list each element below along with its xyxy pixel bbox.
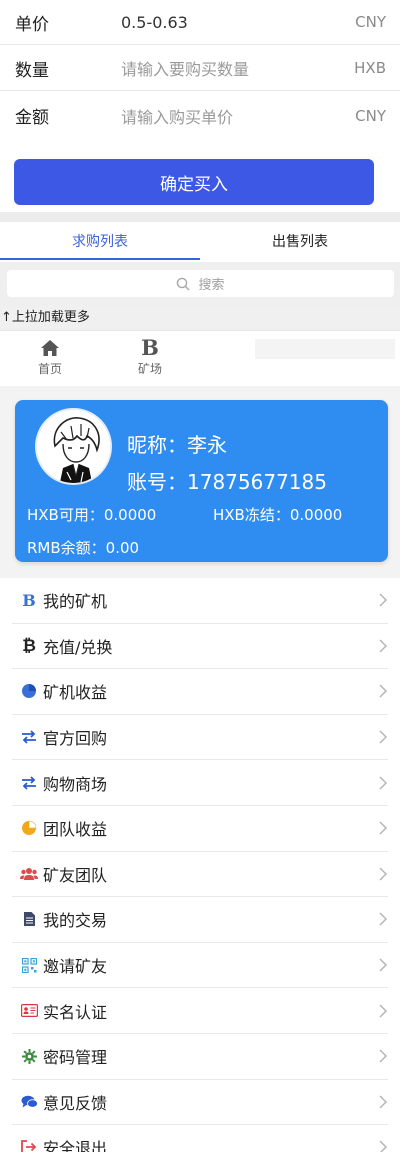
menu-label: 实名认证 [43,1002,108,1022]
nickname: 昵称：李永 [127,433,227,457]
chevron-right-icon [379,639,388,653]
id-card-icon [19,1001,39,1021]
nav-mine-label: 矿场 [137,362,162,376]
profile-card: 昵称：李永 账号：17875677185 HXB可用：0.0000 HXB冻结：… [15,400,388,562]
menu-item-shopping-mall[interactable]: 购物商场 [0,760,400,806]
hxb-available: HXB可用：0.0000 [27,506,157,524]
menu-item-recharge[interactable]: ₿ 充值/兑换 [0,623,400,670]
chevron-right-icon [379,1049,388,1063]
chevron-right-icon [379,1140,388,1152]
price-unit: CNY [355,13,386,31]
bee-icon: B [141,335,159,360]
menu-label: 意见反馈 [43,1093,108,1113]
amount-label: 金额 [15,108,49,128]
chat-icon [19,1092,39,1112]
menu-label: 购物商场 [43,774,108,794]
menu-item-miner-team[interactable]: 矿友团队 [0,851,400,898]
search-input[interactable]: 搜索 [7,270,394,297]
price-row: 单价 0.5-0.63 CNY [0,0,400,45]
users-icon [19,864,39,884]
menu-item-official-buyback[interactable]: 官方回购 [0,714,400,761]
hxb-frozen: HXB冻结：0.0000 [213,506,343,524]
bitcoin-icon: ₿ [22,635,36,656]
nav-item-mine[interactable]: B 矿场 [125,337,175,377]
avatar[interactable] [35,408,112,485]
pie-chart-icon [19,818,39,838]
search-placeholder: 搜索 [198,278,225,293]
menu-item-invite-friends[interactable]: 邀请矿友 [0,942,400,989]
quantity-row[interactable]: 数量 请输入要购买数量 HXB [0,46,400,91]
logout-icon [19,1137,39,1152]
menu-label: 邀请矿友 [43,957,108,977]
menu-item-feedback[interactable]: 意见反馈 [0,1079,400,1126]
chevron-right-icon [379,1095,388,1109]
chevron-right-icon [379,776,388,790]
document-icon [19,909,39,929]
menu-label: 我的矿机 [43,592,108,612]
nav-home-label: 首页 [37,362,62,376]
chevron-right-icon [379,593,388,607]
chevron-right-icon [379,958,388,972]
price-value: 0.5-0.63 [121,12,188,32]
chevron-right-icon [379,1004,388,1018]
pull-to-load-more[interactable]: ↑上拉加载更多 [0,306,400,330]
order-tabs: 求购列表 出售列表 [0,222,400,260]
bottom-nav: 首页 B 矿场 [0,330,400,386]
menu-item-real-name-verification[interactable]: 实名认证 [0,988,400,1034]
menu-label: 我的交易 [43,911,108,931]
menu-label: 安全退出 [43,1139,108,1152]
menu-label: 矿友团队 [43,865,108,885]
menu-label: 团队收益 [43,820,108,840]
chevron-right-icon [379,912,388,926]
home-icon [41,340,59,356]
account-number: 账号：17875677185 [127,470,327,494]
pie-chart-icon [19,681,39,701]
chevron-right-icon [379,684,388,699]
tab-buy-orders[interactable]: 求购列表 [0,222,200,260]
chevron-right-icon [379,867,388,881]
menu-item-my-miners[interactable]: B 我的矿机 [0,578,400,624]
exchange-icon [19,773,39,793]
nav-item-home[interactable]: 首页 [25,337,75,377]
qrcode-icon [19,955,39,975]
menu-item-password-management[interactable]: 密码管理 [0,1033,400,1080]
confirm-buy-button[interactable]: 确定买入 [14,159,374,205]
account-menu: B 我的矿机 ₿ 充值/兑换 矿机收益 官方回购 购物商场 团队收益 矿友团队 … [0,578,400,1152]
rmb-balance: RMB余额：0.00 [27,539,140,557]
menu-label: 密码管理 [43,1048,108,1068]
chevron-right-icon [379,821,388,835]
chevron-right-icon [379,730,388,744]
menu-item-logout[interactable]: 安全退出 [0,1125,400,1152]
gear-icon [19,1046,39,1066]
menu-item-team-earnings[interactable]: 团队收益 [0,805,400,852]
section-divider [0,212,400,222]
menu-label: 充值/兑换 [43,637,113,657]
search-bar: 搜索 [0,262,400,306]
bee-letter-icon: B [22,590,36,610]
nav-shade [255,339,395,359]
quantity-label: 数量 [15,60,49,81]
amount-input[interactable]: 请输入购买单价 [121,104,233,128]
menu-label: 官方回购 [43,729,108,749]
menu-label: 矿机收益 [43,683,108,703]
amount-unit: CNY [355,106,386,125]
amount-row[interactable]: 金额 请输入购买单价 CNY [0,93,400,138]
search-icon [177,277,190,290]
price-label: 单价 [15,14,49,35]
quantity-input[interactable]: 请输入要购买数量 [121,56,249,80]
tab-sell-orders[interactable]: 出售列表 [200,222,400,260]
menu-item-my-trades[interactable]: 我的交易 [0,897,400,943]
menu-item-miner-earnings[interactable]: 矿机收益 [0,669,400,715]
exchange-icon [19,727,39,747]
quantity-unit: HXB [354,59,386,77]
